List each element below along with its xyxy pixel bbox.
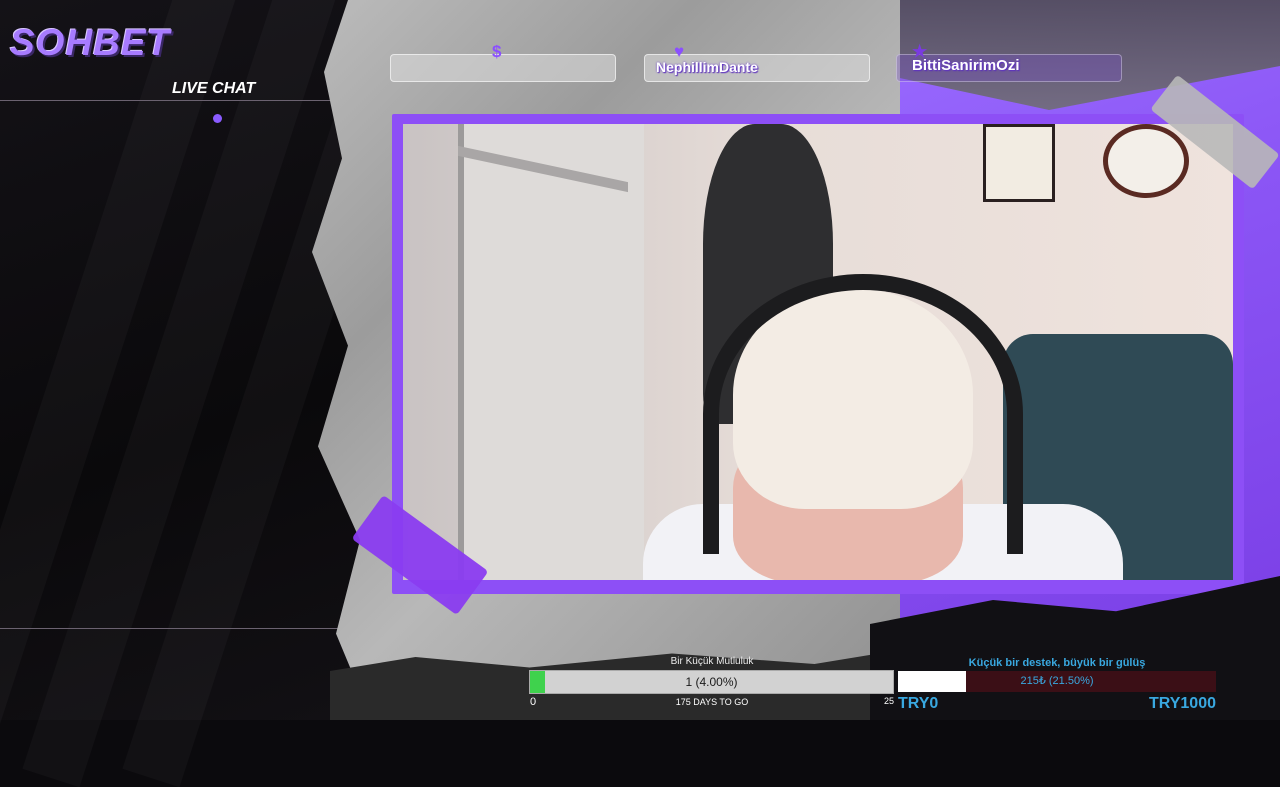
donation-min: TRY0: [898, 695, 939, 712]
webcam-headset: [703, 274, 1023, 554]
goal-max: 25: [884, 696, 895, 706]
follower-name: NephillimDante: [656, 59, 758, 75]
subscriber-name: BittiSanirimOzi: [912, 57, 1020, 74]
goal-days-left: 175 DAYS TO GO: [675, 697, 749, 707]
webcam-clock: [1103, 124, 1189, 198]
divider: [0, 100, 335, 101]
webcam-poster: [983, 124, 1055, 202]
goal-title: Bir Küçük Mutluluk: [670, 656, 754, 667]
goal-progress-text: 1 (4.00%): [685, 675, 738, 689]
donation-progress-bar: 215₺ (21.50%): [898, 671, 1216, 692]
live-chat-label: LIVE CHAT: [172, 80, 256, 97]
dollar-icon: $: [492, 42, 502, 61]
goal-progress-bar: 1 (4.00%): [529, 670, 894, 694]
donation-progress-text: 215₺ (21.50%): [1020, 675, 1094, 687]
divider: [0, 628, 350, 629]
donation-title: Küçük bir destek, büyük bir gülüş: [968, 657, 1146, 669]
webcam-door: [458, 124, 644, 580]
donation-max: TRY1000: [1149, 695, 1216, 712]
brand-title: SOHBET: [10, 22, 171, 63]
event-bar-donation: [390, 54, 616, 82]
webcam-feed: [403, 124, 1233, 580]
chat-indicator-dot: [213, 114, 222, 123]
chat-panel: SOHBET LIVE CHAT: [0, 0, 360, 720]
